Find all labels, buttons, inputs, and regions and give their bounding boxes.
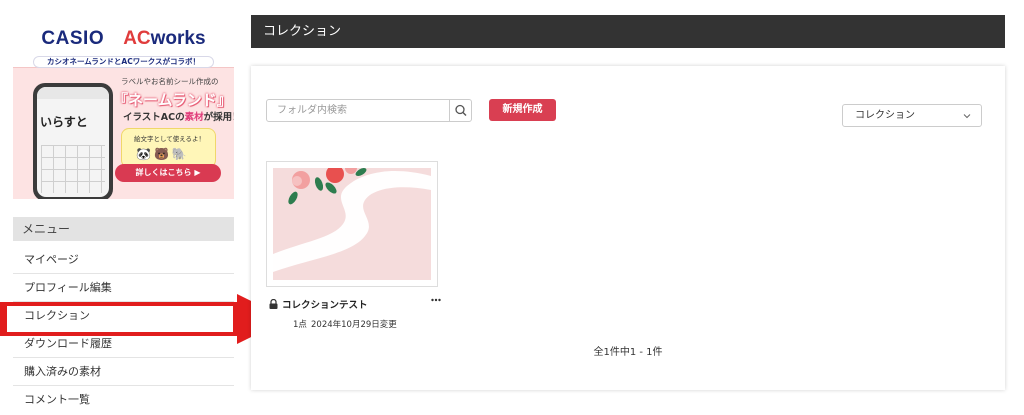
promo-line-3-highlight: 素材: [184, 112, 204, 123]
collection-thumbnail: [273, 168, 431, 280]
search-input[interactable]: [267, 100, 449, 121]
chevron-down-icon: [963, 114, 971, 119]
collection-panel: 新規作成 コレクション コレクションテスト: [251, 66, 1005, 390]
sidebar-item-comments[interactable]: コメント一覧: [13, 386, 234, 414]
promo-line-3: イラストACの素材が採用！: [123, 109, 234, 123]
page-title: コレクション: [251, 15, 1005, 48]
sidebar-item-purchased[interactable]: 購入済みの素材: [13, 358, 234, 386]
brand-logos: CASIO ACworks: [13, 28, 234, 50]
phone-status-bar: [37, 87, 109, 99]
details-button[interactable]: 詳しくはこちら ▶: [115, 164, 221, 182]
new-collection-button[interactable]: 新規作成: [489, 99, 556, 121]
phone-keyboard: [41, 145, 105, 193]
promo-line-3-post: が採用！: [203, 112, 234, 123]
bubble-text: 絵文字として使えるよ！: [133, 135, 206, 143]
more-horizontal-icon[interactable]: [431, 298, 441, 302]
emoji-bubble: 絵文字として使えるよ！ 🐼🐻🐘: [121, 128, 216, 168]
search-box: [266, 99, 472, 122]
sidebar-item-collection-highlight[interactable]: コレクション: [13, 302, 234, 330]
collection-title[interactable]: コレクションテスト: [282, 297, 368, 311]
search-icon: [455, 104, 467, 116]
casio-logo: CASIO: [41, 28, 105, 49]
ac-logo: AC: [123, 28, 151, 49]
phone-preview-text: いらすと: [40, 115, 88, 129]
menu-heading: メニュー: [13, 217, 234, 241]
promo-banner[interactable]: CASIO ACworks カシオネームランドとACワークスがコラボ！ いらすと…: [13, 16, 234, 199]
pagination-summary: 全1件中1 - 1件: [593, 347, 663, 358]
collection-card[interactable]: [266, 161, 438, 287]
collection-modified-date: 2024年10月29日変更: [311, 320, 397, 330]
animal-faces-icon: 🐼🐻🐘: [136, 147, 190, 161]
promo-line-3-pre: イラストACの: [123, 112, 185, 123]
search-button[interactable]: [449, 100, 471, 121]
phone-illustration: いらすと: [33, 83, 113, 199]
collab-label: カシオネームランドとACワークスがコラボ！: [33, 56, 214, 68]
works-logo: works: [150, 28, 206, 49]
promo-line-1: ラベルやお名前シール作成の: [121, 77, 219, 86]
lock-icon: [269, 299, 278, 309]
promo-product-name: 『ネームランド』: [113, 91, 232, 109]
sort-select[interactable]: コレクション: [842, 104, 982, 127]
sort-select-value: コレクション: [855, 110, 915, 121]
banner-header: CASIO ACworks カシオネームランドとACワークスがコラボ！: [13, 16, 234, 68]
promo-line-2: 『ネームランド』に: [113, 89, 234, 110]
phone-screen: いらすと: [37, 87, 109, 197]
collection-item-count: 1点: [293, 320, 307, 330]
sidebar-item-mypage[interactable]: マイページ: [13, 246, 234, 274]
